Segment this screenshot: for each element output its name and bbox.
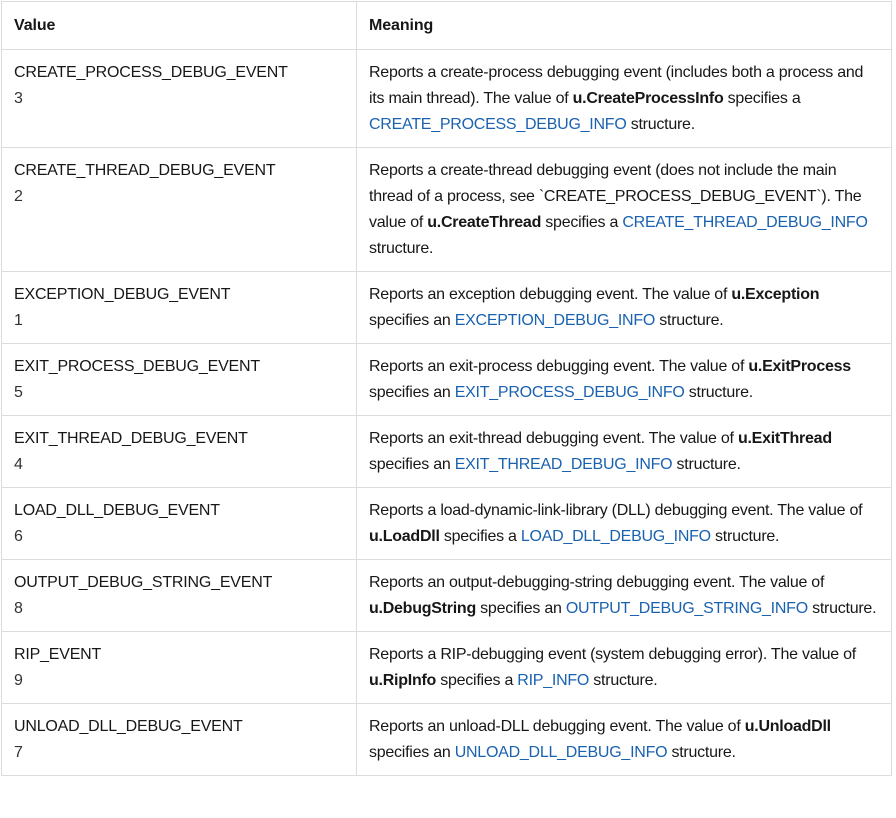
member-name: u.LoadDll: [369, 528, 440, 545]
member-name: u.ExitThread: [737, 430, 832, 447]
structure-link[interactable]: LOAD_DLL_DEBUG_INFO: [521, 528, 711, 545]
meaning-text: specifies an: [369, 312, 455, 329]
meaning-text: Reports an exit-thread debugging event. …: [369, 430, 738, 447]
structure-link[interactable]: EXCEPTION_DEBUG_INFO: [455, 312, 656, 329]
event-code: 1: [14, 312, 23, 329]
table-row: UNLOAD_DLL_DEBUG_EVENT 7 Reports an unload…: [1, 703, 892, 776]
structure-link[interactable]: CREATE_THREAD_DEBUG_INFO: [622, 214, 868, 231]
event-code: 8: [14, 600, 23, 617]
meaning-cell: Reports a create-thread debugging event …: [356, 147, 892, 272]
meaning-text: structure.: [807, 600, 877, 617]
member-name: u.DebugString: [369, 600, 476, 617]
value-cell: RIP_EVENT 9: [1, 631, 357, 704]
structure-link[interactable]: UNLOAD_DLL_DEBUG_INFO: [455, 744, 668, 761]
event-code: 3: [14, 90, 23, 107]
table-row: EXCEPTION_DEBUG_EVENT 1 Reports an excepti…: [1, 271, 892, 344]
value-cell: OUTPUT_DEBUG_STRING_EVENT 8: [1, 559, 357, 632]
column-header-value: Value: [1, 1, 357, 50]
event-name: EXCEPTION_DEBUG_EVENT: [14, 286, 231, 303]
event-code: 4: [14, 456, 23, 473]
event-code: 6: [14, 528, 23, 545]
meaning-text: specifies an: [369, 744, 455, 761]
table-header-row: Value Meaning: [1, 1, 892, 50]
meaning-text: Reports an unload-DLL debugging event. T…: [369, 718, 745, 735]
structure-link[interactable]: EXIT_THREAD_DEBUG_INFO: [455, 456, 673, 473]
meaning-text: structure.: [684, 384, 753, 401]
meaning-text: specifies an: [369, 456, 455, 473]
event-name: EXIT_THREAD_DEBUG_EVENT: [14, 430, 248, 447]
meaning-cell: Reports an exit-process debugging event.…: [356, 343, 892, 416]
value-cell: UNLOAD_DLL_DEBUG_EVENT 7: [1, 703, 357, 776]
meaning-text: Reports a load-dynamic-link-library (DLL…: [369, 502, 863, 519]
meaning-text: structure.: [667, 744, 736, 761]
meaning-cell: Reports an exit-thread debugging event. …: [356, 415, 892, 488]
column-header-meaning: Meaning: [356, 1, 892, 50]
event-code: 5: [14, 384, 23, 401]
value-cell: LOAD_DLL_DEBUG_EVENT 6: [1, 487, 357, 560]
event-name: CREATE_THREAD_DEBUG_EVENT: [14, 162, 276, 179]
meaning-text: structure.: [672, 456, 741, 473]
table-row: CREATE_PROCESS_DEBUG_EVENT 3 Reports a cre…: [1, 49, 892, 148]
event-name: UNLOAD_DLL_DEBUG_EVENT: [14, 718, 243, 735]
meaning-text: structure.: [710, 528, 780, 545]
meaning-text: specifies a: [541, 214, 623, 231]
meaning-cell: Reports a RIP-debugging event (system de…: [356, 631, 892, 704]
value-cell: EXIT_THREAD_DEBUG_EVENT 4: [1, 415, 357, 488]
member-name: u.RipInfo: [369, 672, 437, 689]
value-cell: CREATE_THREAD_DEBUG_EVENT 2: [1, 147, 357, 272]
table-row: RIP_EVENT 9 Reports a RIP-debugging event …: [1, 631, 892, 704]
table-row: EXIT_PROCESS_DEBUG_EVENT 5 Reports an exit…: [1, 343, 892, 416]
meaning-text: specifies a: [439, 528, 521, 545]
event-code: 2: [14, 188, 23, 205]
table-row: LOAD_DLL_DEBUG_EVENT 6 Reports a load-dyna…: [1, 487, 892, 560]
structure-link[interactable]: OUTPUT_DEBUG_STRING_INFO: [566, 600, 808, 617]
meaning-text: structure.: [655, 312, 724, 329]
value-cell: EXCEPTION_DEBUG_EVENT 1: [1, 271, 357, 344]
meaning-cell: Reports an exception debugging event. Th…: [356, 271, 892, 344]
event-name: CREATE_PROCESS_DEBUG_EVENT: [14, 64, 288, 81]
event-code: 7: [14, 744, 23, 761]
member-name: u.UnloadDll: [744, 718, 831, 735]
table-row: OUTPUT_DEBUG_STRING_EVENT 8 Reports an out…: [1, 559, 892, 632]
member-name: u.CreateProcessInfo: [572, 90, 724, 107]
meaning-text: Reports an exception debugging event. Th…: [369, 286, 732, 303]
meaning-cell: Reports a load-dynamic-link-library (DLL…: [356, 487, 892, 560]
meaning-text: Reports an exit-process debugging event.…: [369, 358, 749, 375]
member-name: u.ExitProcess: [748, 358, 851, 375]
meaning-cell: Reports a create-process debugging event…: [356, 49, 892, 148]
meaning-cell: Reports an output-debugging-string debug…: [356, 559, 892, 632]
event-name: RIP_EVENT: [14, 646, 102, 663]
event-name: EXIT_PROCESS_DEBUG_EVENT: [14, 358, 260, 375]
value-cell: CREATE_PROCESS_DEBUG_EVENT 3: [1, 49, 357, 148]
event-code: 9: [14, 672, 23, 689]
member-name: u.Exception: [731, 286, 820, 303]
structure-link[interactable]: EXIT_PROCESS_DEBUG_INFO: [455, 384, 685, 401]
meaning-text: specifies an: [475, 600, 566, 617]
meaning-text: Reports an output-debugging-string debug…: [369, 574, 825, 591]
table-body: CREATE_PROCESS_DEBUG_EVENT 3 Reports a cre…: [1, 49, 892, 776]
structure-link[interactable]: RIP_INFO: [517, 672, 589, 689]
event-name: LOAD_DLL_DEBUG_EVENT: [14, 502, 220, 519]
event-name: OUTPUT_DEBUG_STRING_EVENT: [14, 574, 273, 591]
structure-link[interactable]: CREATE_PROCESS_DEBUG_INFO: [369, 116, 627, 133]
meaning-text: structure.: [626, 116, 695, 133]
meaning-text: Reports a RIP-debugging event (system de…: [369, 646, 856, 663]
table-row: EXIT_THREAD_DEBUG_EVENT 4 Reports an exit-…: [1, 415, 892, 488]
value-cell: EXIT_PROCESS_DEBUG_EVENT 5: [1, 343, 357, 416]
meaning-text: structure.: [369, 240, 434, 257]
table-row: CREATE_THREAD_DEBUG_EVENT 2 Reports a crea…: [1, 147, 892, 272]
meaning-text: specifies a: [436, 672, 518, 689]
meaning-text: specifies a: [723, 90, 801, 107]
debug-event-table: Value Meaning CREATE_PROCESS_DEBUG_EVENT…: [1, 1, 892, 776]
meaning-cell: Reports an unload-DLL debugging event. T…: [356, 703, 892, 776]
meaning-text: structure.: [589, 672, 658, 689]
meaning-text: specifies an: [369, 384, 455, 401]
member-name: u.CreateThread: [427, 214, 542, 231]
